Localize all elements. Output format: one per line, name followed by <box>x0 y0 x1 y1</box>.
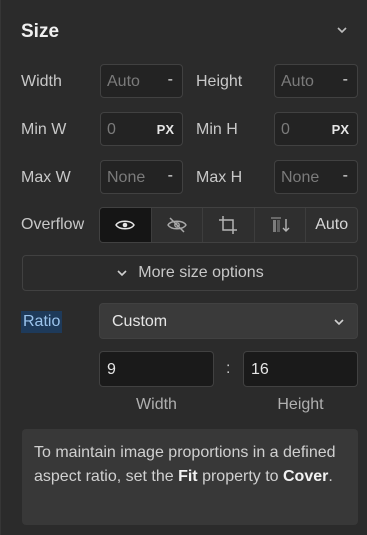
height-label: Height <box>196 73 243 90</box>
hint-text-after: . <box>328 468 333 485</box>
overflow-segmented-control: Auto <box>99 207 358 243</box>
overflow-hidden-option[interactable] <box>152 208 204 242</box>
scroll-icon <box>271 217 290 232</box>
min-height-unit[interactable]: PX <box>332 122 349 137</box>
ratio-width-value: 9 <box>107 361 116 378</box>
section-title: Size <box>21 21 60 42</box>
min-width-label: Min W <box>21 121 67 138</box>
width-value: Auto <box>107 73 140 90</box>
max-width-field[interactable]: None - <box>100 160 183 194</box>
eye-icon <box>115 220 136 230</box>
overflow-scroll-option[interactable] <box>203 208 255 242</box>
more-size-options-button[interactable]: More size options <box>22 255 358 291</box>
overflow-auto-option[interactable]: Auto <box>306 208 357 242</box>
ratio-select[interactable]: Custom <box>99 303 358 339</box>
min-width-field[interactable]: 0 PX <box>100 112 183 146</box>
ratio-width-input[interactable]: 9 <box>99 351 214 387</box>
max-width-value: None <box>107 169 146 186</box>
max-height-value: None <box>281 169 320 186</box>
max-width-label: Max W <box>21 169 71 186</box>
min-height-field[interactable]: 0 PX <box>274 112 358 146</box>
aspect-ratio-hint: To maintain image proportions in a defin… <box>22 429 358 525</box>
size-panel: Size Width Auto - Height Auto - Min W 0 … <box>0 0 367 535</box>
max-width-unit-toggle[interactable]: - <box>168 167 173 185</box>
ratio-height-caption: Height <box>277 396 324 413</box>
ratio-separator: : <box>226 360 231 377</box>
hint-text-mid: property to <box>197 468 283 485</box>
max-height-field[interactable]: None - <box>274 160 358 194</box>
min-height-label: Min H <box>196 121 238 138</box>
overflow-visible-option[interactable] <box>100 208 152 242</box>
overflow-scroll-arrows-option[interactable] <box>255 208 307 242</box>
chevron-down-icon <box>117 270 127 277</box>
hint-cover-keyword: Cover <box>283 468 329 485</box>
width-unit-toggle[interactable]: - <box>168 71 173 89</box>
height-unit-toggle[interactable]: - <box>343 71 348 89</box>
overflow-label: Overflow <box>21 216 85 233</box>
min-height-value: 0 <box>281 121 290 138</box>
min-width-value: 0 <box>107 121 116 138</box>
height-value: Auto <box>281 73 314 90</box>
ratio-selected-value: Custom <box>112 313 168 330</box>
height-field[interactable]: Auto - <box>274 64 358 98</box>
crop-icon <box>219 216 238 234</box>
ratio-height-input[interactable]: 16 <box>243 351 358 387</box>
ratio-label: Ratio <box>21 311 63 333</box>
min-width-unit[interactable]: PX <box>157 122 174 137</box>
ratio-width-caption: Width <box>136 396 177 413</box>
eye-off-icon <box>167 217 187 233</box>
width-field[interactable]: Auto - <box>100 64 183 98</box>
max-height-unit-toggle[interactable]: - <box>343 167 348 185</box>
max-height-label: Max H <box>196 169 243 186</box>
chevron-down-icon <box>334 319 344 326</box>
hint-fit-keyword: Fit <box>178 468 198 485</box>
width-label: Width <box>21 73 62 90</box>
chevron-down-icon[interactable] <box>335 23 349 37</box>
more-size-options-label: More size options <box>138 264 264 281</box>
ratio-height-value: 16 <box>251 361 269 378</box>
